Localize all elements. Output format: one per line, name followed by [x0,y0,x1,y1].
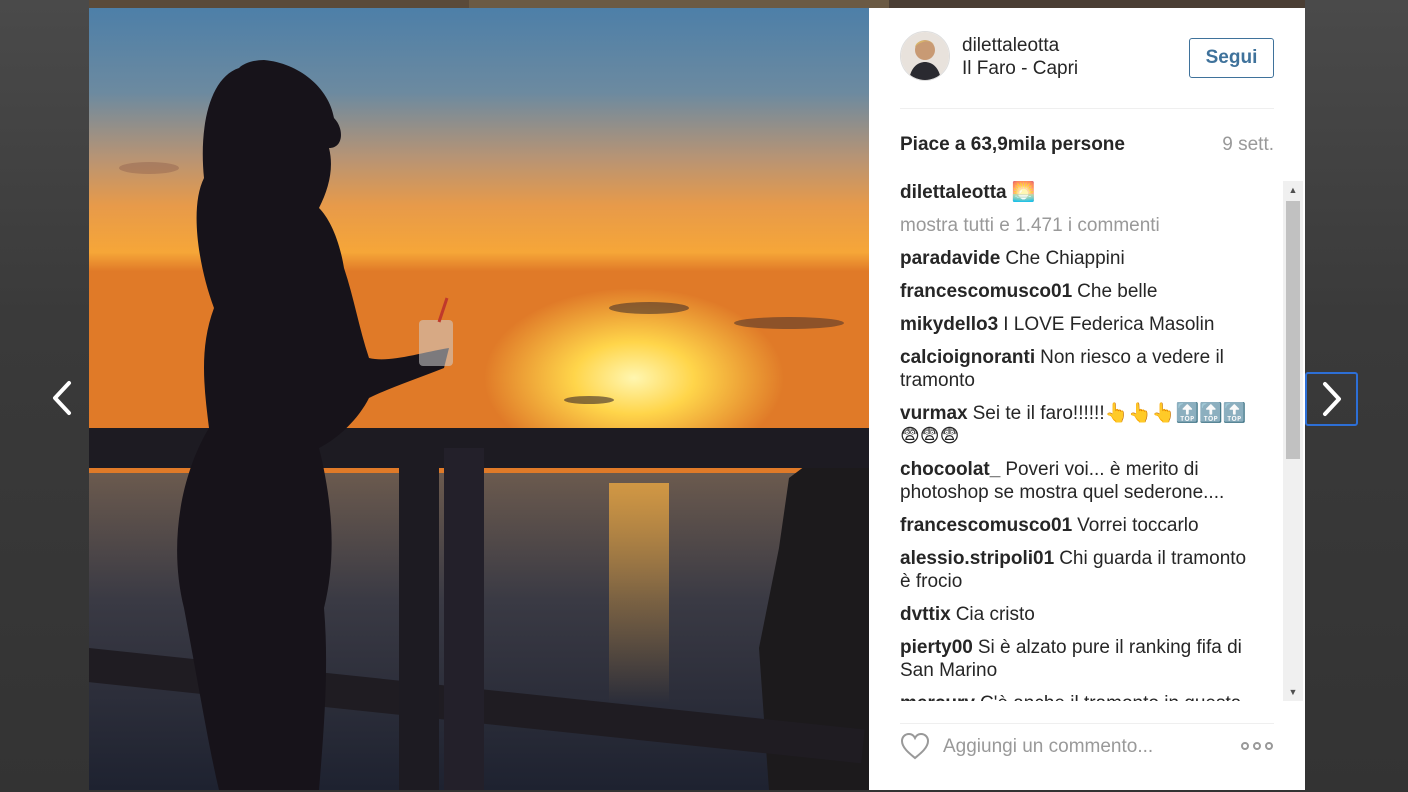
show-all-comments-link[interactable]: mostra tutti e 1.471 i commenti [900,214,1252,237]
comment-username[interactable]: mikydello3 [900,314,998,335]
chevron-left-icon [53,381,71,415]
comment-username[interactable]: paradavide [900,248,1000,269]
post-photo[interactable] [89,8,869,790]
comment-username[interactable]: calcioignoranti [900,347,1035,368]
comment-username[interactable]: vurmax [900,403,968,424]
comment-item: vurmax Sei te il faro!!!!!!👆👆👆🔝🔝🔝😨😨😨 [900,402,1252,448]
background-thumbnail [469,0,889,8]
scrollbar-thumb[interactable] [1286,201,1300,459]
post-side-panel: dilettaleotta Il Faro - Capri Segui Piac… [869,8,1305,790]
more-options-icon[interactable] [1240,736,1274,756]
comment-username[interactable]: francescomusco01 [900,515,1072,536]
comment-text: Cia cristo [955,604,1035,625]
likes-row: Piace a 63,9mila persone 9 sett. [900,134,1274,158]
comment-item: mercurv C'è anche il tramonto in questa [900,692,1252,701]
post-header: dilettaleotta Il Faro - Capri Segui [900,30,1274,109]
comment-text: Che Chiappini [1005,248,1125,269]
scroll-down-arrow-icon[interactable]: ▼ [1283,683,1303,701]
comment-bar [900,723,1274,768]
caption-username[interactable]: dilettaleotta [900,182,1007,203]
chevron-right-icon [1322,382,1341,416]
comment-text: C'è anche il tramonto in questa [980,693,1241,701]
comment-item: pierty00 Si è alzato pure il ranking fifa… [900,636,1252,682]
avatar[interactable] [900,31,950,81]
background-thumbnail [89,0,469,8]
location-link[interactable]: Il Faro - Capri [962,58,1078,80]
comment-item: francescomusco01 Vorrei toccarlo [900,514,1252,537]
comment-item: mikydello3 I LOVE Federica Masolin [900,313,1252,336]
comment-username[interactable]: chocoolat_ [900,459,1000,480]
comment-text: Vorrei toccarlo [1077,515,1199,536]
next-post-button[interactable] [1305,372,1358,426]
comment-username[interactable]: francescomusco01 [900,281,1072,302]
scroll-up-arrow-icon[interactable]: ▲ [1283,181,1303,199]
previous-post-button[interactable] [36,372,88,424]
comments-list[interactable]: dilettaleotta 🌅 mostra tutti e 1.471 i co… [900,181,1283,701]
comment-item: francescomusco01 Che belle [900,280,1252,303]
likes-count[interactable]: Piace a 63,9mila persone [900,134,1125,156]
comment-text: I LOVE Federica Masolin [1003,314,1215,335]
comment-username[interactable]: mercurv [900,693,975,701]
comment-text: Che belle [1077,281,1158,302]
comment-item: paradavide Che Chiappini [900,247,1252,270]
comment-item: alessio.stripoli01 Chi guarda il tramonto… [900,547,1252,593]
caption-text: 🌅 [1011,182,1036,203]
comment-username[interactable]: alessio.stripoli01 [900,548,1054,569]
comment-item: calcioignoranti Non riesco a vedere il tr… [900,346,1252,392]
follow-button[interactable]: Segui [1189,38,1274,78]
comments-scrollbar[interactable]: ▲ ▼ [1283,181,1303,701]
add-comment-input[interactable] [943,734,1223,760]
comment-item: dvttix Cia cristo [900,603,1252,626]
post-timestamp[interactable]: 9 sett. [1222,134,1274,156]
heart-icon[interactable] [900,732,930,760]
comment-username[interactable]: dvttix [900,604,951,625]
comment-username[interactable]: pierty00 [900,637,973,658]
username-link[interactable]: dilettaleotta [962,35,1059,57]
background-thumbnail [889,0,1305,8]
caption: dilettaleotta 🌅 [900,181,1252,204]
comment-item: chocoolat_ Poveri voi... è merito di phot… [900,458,1252,504]
